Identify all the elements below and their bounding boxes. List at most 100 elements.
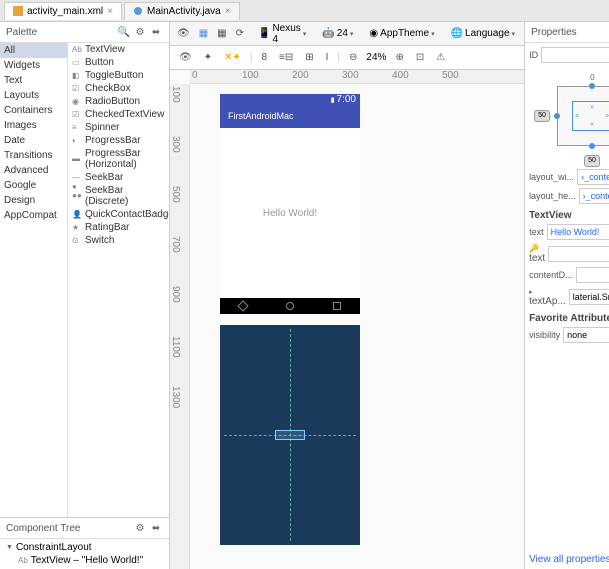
layout-width-input[interactable] (577, 169, 609, 185)
widget-item[interactable]: ☑CheckBox (68, 82, 169, 95)
pack-icon[interactable]: ⊞ (302, 50, 316, 65)
widget-icon: 👤 (72, 210, 82, 220)
expand-icon[interactable]: ▸ (529, 289, 533, 296)
pan-icon[interactable]: ✦ (201, 50, 215, 65)
widget-item[interactable]: ⊙Switch (68, 234, 169, 247)
layout-width-label: layout_wi... (529, 172, 574, 182)
zoom-out-icon[interactable]: ⊖ (346, 50, 360, 65)
vbias-slider[interactable]: 50 (534, 110, 550, 122)
tree-child-label: TextView – "Hello World!" (31, 555, 143, 566)
id-input[interactable] (541, 47, 609, 63)
contentd-input[interactable] (576, 267, 609, 283)
tree-item-root[interactable]: ▼ ConstraintLayout (2, 541, 167, 554)
category-images[interactable]: Images (0, 118, 67, 133)
widget-item[interactable]: ▭Button (68, 56, 169, 69)
properties-title: Properties (531, 27, 577, 38)
text2-label: 🔑 text (529, 243, 545, 264)
language-dropdown[interactable]: 🌐 Language ▾ (446, 25, 520, 42)
tab-label: MainActivity.java (147, 6, 221, 17)
widget-item[interactable]: ★RatingBar (68, 221, 169, 234)
contentd-label: contentD... (529, 270, 573, 280)
category-appcompat[interactable]: AppCompat (0, 208, 67, 223)
widget-item[interactable]: ▬ProgressBar (Horizontal) (68, 147, 169, 171)
home-icon (286, 302, 294, 310)
autoconnect-icon[interactable]: ✕✦ (221, 50, 244, 65)
component-tree: Component Tree ⚙ ⬌ ▼ ConstraintLayout Ab… (0, 517, 169, 569)
collapse-icon[interactable]: ⬌ (149, 521, 163, 535)
widget-item[interactable]: ●●SeekBar (Discrete) (68, 184, 169, 208)
guidelines-icon[interactable]: I (323, 50, 332, 65)
category-layouts[interactable]: Layouts (0, 88, 67, 103)
collapse-icon[interactable]: ⬌ (149, 25, 163, 39)
widget-item[interactable]: ☑CheckedTextView (68, 108, 169, 121)
widget-item[interactable]: —●SeekBar (68, 171, 169, 184)
tree-item-textview[interactable]: Ab TextView – "Hello World!" (2, 554, 167, 567)
device-body: Hello World! (220, 128, 360, 298)
fit-icon[interactable]: ⊡ (413, 50, 427, 65)
close-icon[interactable]: × (225, 6, 231, 17)
orientation-icon[interactable]: ⟳ (233, 26, 247, 41)
text-input[interactable] (547, 224, 609, 240)
expand-icon[interactable]: ▼ (6, 544, 13, 551)
chevron-down-icon: ▾ (350, 30, 354, 38)
palette-widgets: AbTextView▭Button◧ToggleButton☑CheckBox◉… (68, 43, 169, 517)
widget-icon: ◧ (72, 71, 82, 81)
tab-activity-main[interactable]: activity_main.xml × (4, 2, 122, 20)
category-design[interactable]: Design (0, 193, 67, 208)
view-all-link[interactable]: View all properties ⇄ (525, 550, 609, 569)
id-label: ID (529, 50, 538, 60)
constraint-inspector[interactable]: 0 0 0 » « « » 50 50 (542, 71, 609, 161)
align-icon[interactable]: ≡⊟ (276, 50, 296, 65)
error-icon[interactable]: ⚠ (433, 50, 448, 65)
design-canvas[interactable]: 0100200300400500 10030050070090011001300… (170, 70, 524, 569)
chevron-down-icon: ▾ (303, 30, 307, 38)
properties-panel: Properties ⇄ ⚙ ⬌ ID 0 0 0 » « « (524, 22, 609, 569)
category-containers[interactable]: Containers (0, 103, 67, 118)
gear-icon[interactable]: ⚙ (133, 521, 147, 535)
category-widgets[interactable]: Widgets (0, 58, 67, 73)
category-text[interactable]: Text (0, 73, 67, 88)
device-dropdown[interactable]: 📱 Nexus 4 ▾ (253, 20, 311, 48)
category-transitions[interactable]: Transitions (0, 148, 67, 163)
search-icon[interactable]: 🔍 (117, 25, 131, 39)
close-icon[interactable]: × (107, 6, 113, 17)
visibility-input[interactable] (563, 327, 609, 343)
tree-root-label: ConstraintLayout (16, 542, 92, 553)
constraint-handle[interactable] (589, 143, 595, 149)
visibility-label: visibility (529, 330, 560, 340)
category-date[interactable]: Date (0, 133, 67, 148)
tab-main-activity[interactable]: MainActivity.java × (124, 2, 240, 20)
zoom-in-icon[interactable]: ⊕ (392, 50, 406, 65)
margin-icon[interactable]: 8 (258, 50, 270, 65)
blueprint-mode-icon[interactable]: ▦ (214, 26, 229, 41)
chevron-icon: » (590, 104, 594, 111)
component-tree-title: Component Tree (6, 523, 81, 534)
widget-item[interactable]: 👤QuickContactBadge (68, 208, 169, 221)
api-dropdown[interactable]: 🤖 24 ▾ (317, 25, 358, 42)
text2-input[interactable] (548, 246, 609, 262)
widget-item[interactable]: ◐ProgressBar (68, 134, 169, 147)
theme-dropdown[interactable]: ◉ AppTheme ▾ (364, 25, 439, 42)
textap-input[interactable] (569, 289, 609, 305)
select-icon[interactable]: 👁 (176, 50, 195, 65)
widget-item[interactable]: ◉RadioButton (68, 95, 169, 108)
device-preview[interactable]: ▮ 7:00 FirstAndroidMac Hello World! (220, 94, 360, 314)
design-mode-icon[interactable]: ▦ (196, 26, 211, 41)
preview-textview[interactable]: Hello World! (263, 208, 317, 219)
eye-icon[interactable]: 👁 (174, 26, 193, 41)
category-advanced[interactable]: Advanced (0, 163, 67, 178)
blueprint-preview[interactable] (220, 325, 360, 545)
key-icon: 🔑 (529, 244, 539, 253)
widget-item[interactable]: ◧ToggleButton (68, 69, 169, 82)
blueprint-textview[interactable] (275, 430, 305, 440)
widget-item[interactable]: ≡Spinner (68, 121, 169, 134)
widget-icon: —● (72, 173, 82, 183)
hbias-slider[interactable]: 50 (584, 155, 600, 167)
layout-height-input[interactable] (579, 188, 609, 204)
widget-item[interactable]: AbTextView (68, 43, 169, 56)
xml-file-icon (13, 6, 23, 16)
widget-icon: ☑ (72, 84, 82, 94)
gear-icon[interactable]: ⚙ (133, 25, 147, 39)
category-all[interactable]: All (0, 43, 67, 58)
category-google[interactable]: Google (0, 178, 67, 193)
